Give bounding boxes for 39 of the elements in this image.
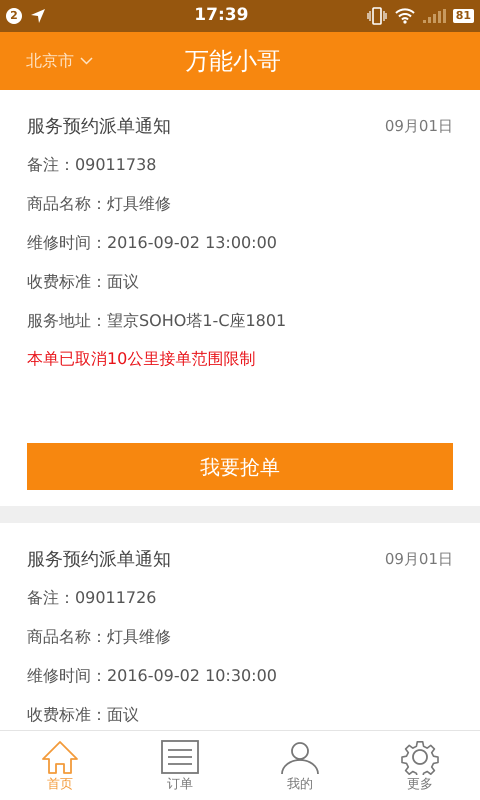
signal-icon	[422, 9, 447, 23]
field-value: 2016-09-02 10:30:00	[107, 665, 277, 687]
clock: 17:39	[194, 4, 248, 28]
settings-icon	[400, 738, 440, 774]
order-title: 服务预约派单通知	[27, 548, 171, 572]
field-label: 备注：	[27, 587, 75, 609]
field-value: 灯具维修	[107, 626, 171, 648]
field-label: 维修时间：	[27, 232, 107, 254]
nav-tab[interactable]: 订单	[120, 731, 240, 800]
field-value: 灯具维修	[107, 193, 171, 215]
field-label: 商品名称：	[27, 626, 107, 648]
field-value: 面议	[107, 271, 139, 293]
notification-badge: 2	[6, 8, 22, 24]
wifi-icon	[394, 8, 415, 24]
order-date: 09月01日	[384, 116, 453, 137]
field-value: 望京SOHO塔1-C座1801	[107, 310, 286, 332]
vibrate-icon	[366, 7, 387, 25]
app-title: 万能小哥	[185, 46, 281, 77]
nav-tab[interactable]: 我的	[240, 731, 360, 800]
order-date: 09月01日	[384, 548, 453, 570]
field-value: 2016-09-02 13:00:00	[107, 232, 277, 254]
chevron-down-icon	[80, 57, 93, 65]
home-icon	[40, 738, 80, 774]
grab-order-button[interactable]: 我要抢单	[27, 443, 453, 490]
field-label: 商品名称：	[27, 193, 107, 215]
list-icon	[160, 738, 200, 774]
notice-text: 本单已取消10公里接单范围限制	[27, 348, 256, 370]
field-label: 维修时间：	[27, 665, 107, 687]
field-value: 面议	[107, 704, 139, 726]
field-value: 09011726	[75, 587, 156, 609]
order-title: 服务预约派单通知	[27, 114, 171, 138]
location-arrow-icon	[30, 8, 46, 24]
field-label: 备注：	[27, 154, 75, 176]
nav-tab[interactable]: 更多	[360, 731, 480, 800]
field-label: 收费标准：	[27, 271, 107, 293]
field-value: 09011738	[75, 154, 156, 176]
field-label: 服务地址：	[27, 310, 107, 332]
battery-indicator: 81	[452, 9, 474, 23]
field-label: 收费标准：	[27, 704, 107, 726]
